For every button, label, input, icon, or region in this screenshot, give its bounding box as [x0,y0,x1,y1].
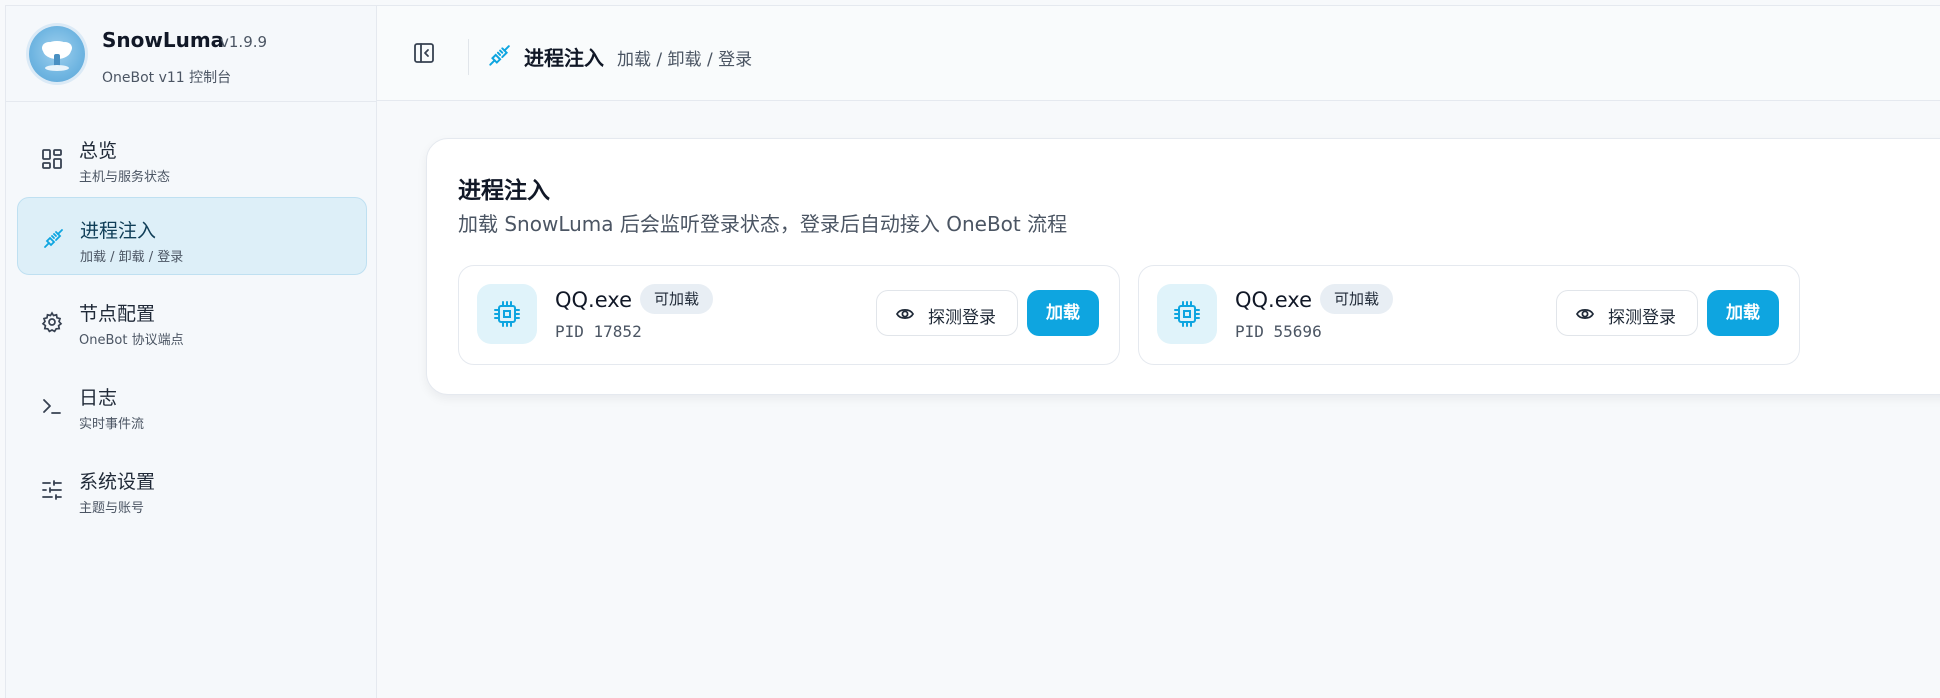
sidebar-item-system-settings[interactable]: 系统设置 主题与账号 [17,449,367,527]
app-window: SnowLuma v1.9.9 OneBot v11 控制台 总览 主机与服务状… [0,0,1940,698]
sidebar-item-process-injection[interactable]: 进程注入 加载 / 卸载 / 登录 [17,197,367,275]
load-button[interactable]: 加载 [1707,290,1779,336]
probe-login-label: 探测登录 [1608,308,1676,328]
cpu-icon [1157,284,1217,344]
status-badge: 可加载 [1320,284,1394,314]
load-button[interactable]: 加载 [1027,290,1099,336]
process-name: QQ.exe [555,288,632,312]
sidebar-item-logs[interactable]: 日志 实时事件流 [17,365,367,443]
topbar: 进程注入 加载 / 卸载 / 登录 [377,5,1940,101]
sidebar-item-subtitle: 主机与服务状态 [79,170,171,185]
sidebar-item-node-config[interactable]: 节点配置 OneBot 协议端点 [17,281,367,359]
snowluma-logo-icon [29,26,85,82]
topbar-divider [468,39,469,75]
page-title: 进程注入 [524,46,604,70]
status-badge: 可加载 [640,284,714,314]
process-injection-card: 进程注入 加载 SnowLuma 后会监听登录状态，登录后自动接入 OneBot… [426,138,1940,395]
plug-icon [44,229,63,248]
brand-subtitle: OneBot v11 控制台 [102,70,232,86]
page-subtitle: 加载 / 卸载 / 登录 [617,50,753,70]
cpu-icon [477,284,537,344]
sidebar-item-subtitle: OneBot 协议端点 [79,333,184,348]
sidebar-collapse-icon[interactable] [413,42,435,64]
process-pid: PID 55696 [1235,322,1322,341]
gear-icon [41,311,63,333]
brand-name: SnowLuma [102,28,225,52]
probe-login-button[interactable]: 探测登录 [1556,290,1698,336]
card-title: 进程注入 [458,178,550,204]
process-item: QQ.exe 可加载 PID 17852 探测登录 加载 [458,265,1120,365]
probe-login-label: 探测登录 [928,308,996,328]
sidebar-item-overview[interactable]: 总览 主机与服务状态 [17,118,367,196]
sidebar: SnowLuma v1.9.9 OneBot v11 控制台 总览 主机与服务状… [5,5,377,698]
sidebar-item-title: 系统设置 [79,471,156,493]
sidebar-item-title: 日志 [79,387,118,409]
probe-login-button[interactable]: 探测登录 [876,290,1018,336]
brand-header: SnowLuma v1.9.9 OneBot v11 控制台 [6,6,376,102]
sidebar-item-subtitle: 加载 / 卸载 / 登录 [80,250,184,265]
brand-version: v1.9.9 [220,33,268,51]
process-item: QQ.exe 可加载 PID 55696 探测登录 加载 [1138,265,1800,365]
sidebar-item-subtitle: 实时事件流 [79,417,145,432]
sliders-icon [42,480,62,500]
card-description: 加载 SnowLuma 后会监听登录状态，登录后自动接入 OneBot 流程 [458,212,1068,236]
process-pid: PID 17852 [555,322,642,341]
plug-icon [489,45,510,66]
eye-icon [1576,308,1594,320]
sidebar-item-title: 进程注入 [80,220,157,242]
terminal-icon [43,399,61,414]
eye-icon [896,308,914,320]
sidebar-item-subtitle: 主题与账号 [79,501,145,516]
sidebar-item-title: 节点配置 [79,303,156,325]
sidebar-item-title: 总览 [79,140,118,162]
process-name: QQ.exe [1235,288,1312,312]
dashboard-icon [42,149,62,169]
